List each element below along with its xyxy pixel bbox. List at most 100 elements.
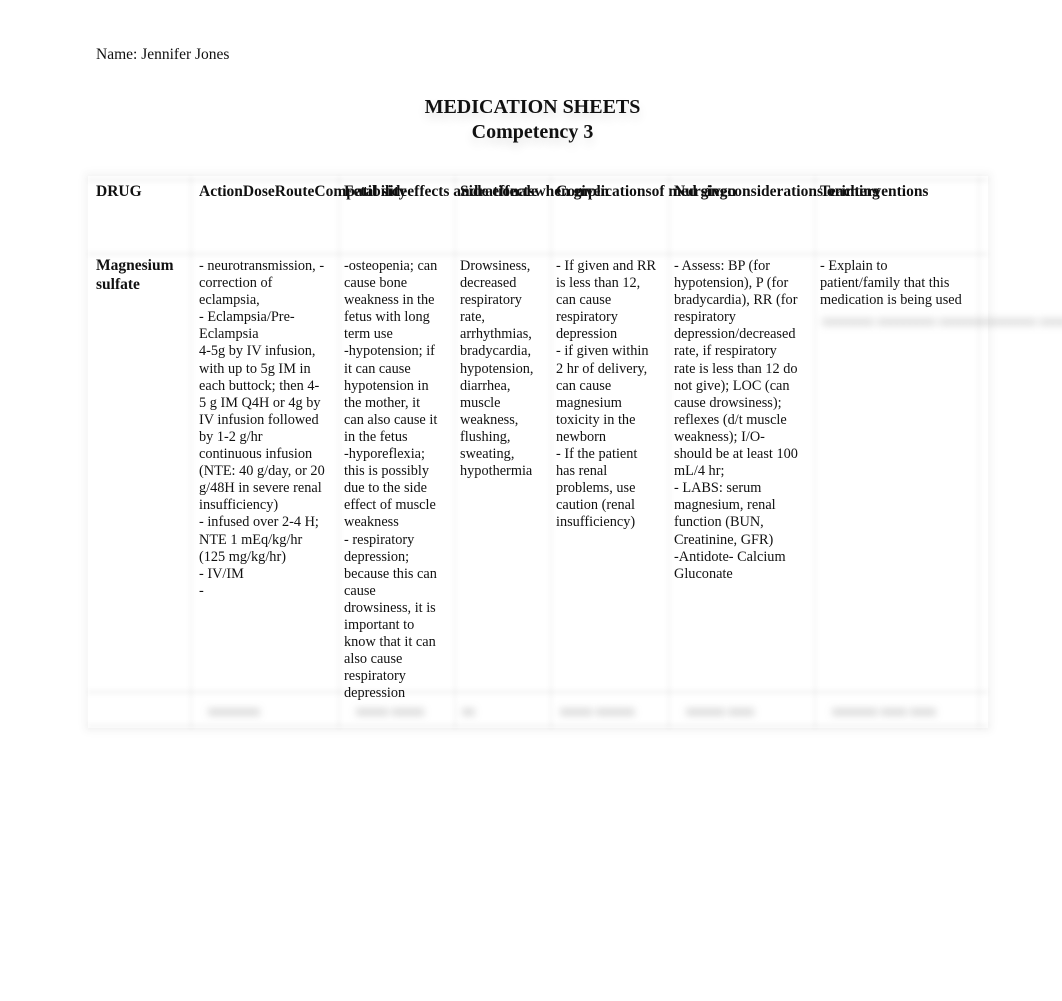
text-line: - Explain to	[820, 258, 888, 274]
text-line: by 1-2 g/hr	[199, 428, 263, 445]
document-title: MEDICATION SHEETS	[424, 96, 641, 118]
column-divider	[452, 176, 458, 728]
text-line: fetus with long	[344, 309, 430, 326]
text-line: - infused over 2-4 H;	[199, 514, 319, 531]
obscured-cell: xxxxxxxx	[208, 703, 260, 718]
text-line: rate,	[460, 309, 485, 326]
text-line: muscle	[460, 394, 501, 411]
text-line: toxicity in the	[556, 411, 636, 428]
text-line: Fetal side	[344, 183, 408, 200]
obscured-cell: xxxxxxx xxxx xxxx	[832, 703, 936, 718]
title-block: MEDICATION SHEETS Competency 3	[0, 95, 1062, 145]
text-line: depression/decreased	[674, 326, 796, 343]
text-line: can cause	[556, 292, 612, 309]
cell-drug-name: Magnesium sulfate	[96, 257, 174, 294]
text-line: xxxxxxxx xxxxxxxxx xxxx	[822, 313, 965, 328]
text-line: Eclampsia	[199, 326, 259, 343]
text-line: - respiratory	[344, 531, 415, 548]
text-line: sweating,	[460, 446, 515, 463]
text-line: -osteopenia; can	[344, 258, 438, 274]
student-name: Name: Jennifer Jones	[96, 46, 230, 63]
cell-teaching-obscured: xxxxxxxx xxxxxxxxx xxxxxxxxxxxxxxx xxxxx…	[822, 312, 1062, 329]
text-line: respiratory	[344, 668, 406, 685]
text-line: caution (renal	[556, 497, 635, 514]
cell-complications: - If given and RR is less than 12, can cau…	[556, 258, 656, 532]
column-divider	[666, 176, 672, 728]
text-line: can cause	[556, 377, 612, 394]
text-line: - Eclampsia/Pre-	[199, 309, 295, 326]
row-divider	[88, 722, 988, 730]
text-line: flushing,	[460, 428, 511, 445]
text-line: weakness,	[460, 411, 519, 428]
text-line: this is possibly	[344, 463, 430, 480]
text-line: - If the patient	[556, 446, 638, 463]
text-line: not give); LOC (can	[674, 377, 790, 394]
text-line: Action	[199, 183, 243, 200]
text-line: - LABS: serum	[674, 480, 762, 497]
cell-action-dose-route: - neurotransmission, - correction of eclam…	[199, 258, 325, 600]
text-line: rate, if respiratory	[674, 343, 777, 360]
text-line: patient/family that this	[820, 275, 950, 292]
text-line: Gluconate	[674, 565, 733, 582]
document-subtitle: Competency 3	[471, 121, 594, 143]
text-line: Complications	[556, 183, 652, 200]
text-line: (NTE: 40 g/day, or 20	[199, 463, 325, 480]
text-line: cause	[344, 582, 376, 599]
column-divider	[548, 176, 554, 728]
text-line: bradycardia), RR (for	[674, 292, 798, 309]
text-line: hypotension in	[344, 377, 429, 394]
text-line: 2 hr of delivery,	[556, 360, 648, 377]
text-line: weakness in the	[344, 292, 435, 309]
obscured-cell: xxxxx xxxxxx	[560, 703, 635, 718]
text-line: Side effects	[460, 183, 535, 200]
text-line: xxxxxxxxxxx xxxxxx xxxxx	[965, 313, 1062, 328]
text-line: respiratory	[674, 309, 736, 326]
text-line: each buttock; then 4-	[199, 377, 320, 394]
text-line: diarrhea,	[460, 377, 511, 394]
column-divider	[812, 176, 818, 728]
cell-side-effects: Drowsiness, decreased respiratory rate, arrh…	[460, 258, 533, 480]
text-line: is less than 12,	[556, 275, 641, 292]
text-line: 5 g IM Q4H or 4g by	[199, 394, 321, 411]
text-line: also cause	[344, 651, 403, 668]
text-line: drowsiness, it is	[344, 599, 436, 616]
text-line: important to	[344, 616, 415, 633]
obscured-cell: xxxxxx xxxx	[686, 703, 755, 718]
text-line: because this can	[344, 565, 437, 582]
column-divider	[188, 176, 194, 728]
text-line: magnesium	[556, 394, 622, 411]
text-line: Magnesium	[96, 257, 174, 274]
text-line: continuous infusion	[199, 446, 313, 463]
text-line: Nursing	[674, 183, 728, 200]
text-line: in the fetus	[344, 428, 408, 445]
text-line: depression;	[344, 548, 410, 565]
text-line: problems, use	[556, 480, 636, 497]
text-line: correction of	[199, 275, 273, 292]
text-line: weakness); I/O-	[674, 428, 765, 445]
column-divider	[976, 176, 982, 728]
text-line: the mother, it	[344, 394, 421, 411]
header-drug: DRUG	[96, 183, 142, 202]
obscured-cell: xx	[462, 703, 475, 718]
text-line: know that it can	[344, 634, 436, 651]
text-line: arrhythmias,	[460, 326, 532, 343]
text-line: IV infusion followed	[199, 411, 319, 428]
text-line: medication is being used	[820, 292, 962, 309]
text-line: -	[199, 582, 204, 599]
text-line: depression	[556, 326, 618, 343]
text-line: hypotension,	[460, 360, 534, 377]
text-line: - IV/IM	[199, 565, 244, 582]
text-line: with up to 5g IM in	[199, 360, 311, 377]
text-line: insufficiency)	[199, 497, 279, 514]
obscured-cell: xxxxx xxxxx	[356, 703, 425, 718]
text-line: Route	[274, 183, 315, 200]
text-line: (125 mg/kg/hr)	[199, 548, 286, 565]
text-line: function (BUN,	[674, 514, 764, 531]
header-teaching: Teaching	[820, 183, 880, 202]
header-nursing: Nursingconsiderations orinterventions	[674, 183, 928, 202]
text-line: should be at least 100	[674, 446, 798, 463]
text-line: magnesium, renal	[674, 497, 776, 514]
text-line: cause bone	[344, 275, 408, 292]
text-line: effect of muscle	[344, 497, 436, 514]
text-line: Creatinine, GFR)	[674, 531, 774, 548]
